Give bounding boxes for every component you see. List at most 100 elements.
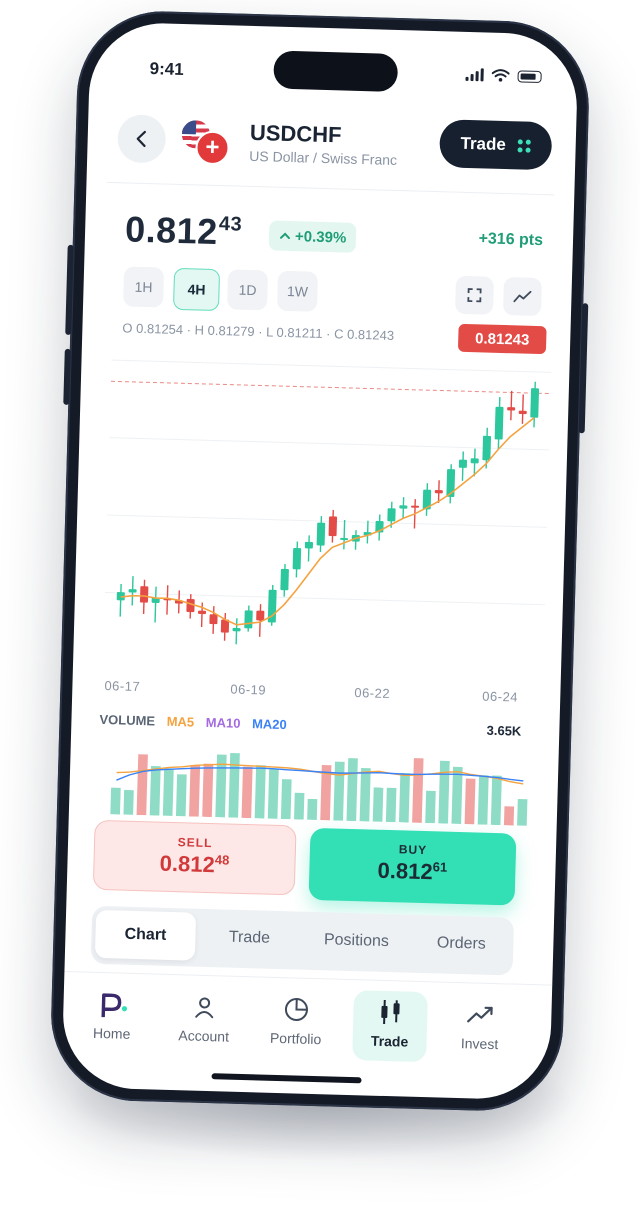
nav-home[interactable]: Home bbox=[74, 982, 150, 1054]
app-header: + USDCHF US Dollar / Swiss Franc Trade bbox=[117, 108, 553, 184]
timeframe-1h[interactable]: 1H bbox=[123, 266, 165, 308]
current-price: 0.81243 bbox=[125, 208, 243, 253]
candle-body bbox=[316, 522, 326, 546]
volume-bar bbox=[175, 774, 187, 817]
pair-title: USDCHF bbox=[249, 119, 342, 148]
candle-body bbox=[198, 610, 207, 615]
volume-chart bbox=[110, 752, 528, 826]
chevron-left-icon bbox=[136, 130, 147, 148]
price-row: 0.81243 +0.39% +316 pts bbox=[124, 208, 543, 270]
tab-positions[interactable]: Positions bbox=[301, 916, 412, 967]
volume-bar bbox=[438, 760, 450, 824]
timeframe-1d[interactable]: 1D bbox=[226, 269, 269, 311]
volume-bar bbox=[425, 790, 436, 824]
candlestick-chart[interactable] bbox=[103, 350, 552, 692]
candle-body bbox=[470, 458, 479, 464]
last-price-line bbox=[110, 380, 551, 395]
points-change: +316 pts bbox=[478, 230, 544, 250]
volume-bar bbox=[136, 754, 148, 816]
candle-body bbox=[340, 537, 349, 541]
status-icons bbox=[465, 68, 542, 83]
fullscreen-button[interactable] bbox=[454, 275, 495, 315]
candle-body bbox=[232, 627, 241, 632]
candle-wick bbox=[200, 602, 203, 628]
candle-body bbox=[304, 541, 314, 549]
wifi-icon bbox=[491, 69, 510, 82]
nav-trade[interactable]: Trade bbox=[352, 990, 429, 1063]
pair-subtitle: US Dollar / Swiss Franc bbox=[249, 147, 398, 168]
candle-body bbox=[328, 516, 338, 537]
volume-label: VOLUME bbox=[99, 711, 156, 729]
candle-body bbox=[494, 406, 504, 440]
volume-bar bbox=[280, 779, 292, 820]
sell-price: 0.81248 bbox=[159, 850, 230, 878]
power-button bbox=[578, 303, 589, 434]
battery-icon bbox=[517, 69, 542, 83]
candlestick-icon bbox=[377, 997, 404, 1028]
candle-wick bbox=[510, 390, 513, 421]
fullscreen-icon bbox=[467, 288, 482, 303]
nav-invest[interactable]: Invest bbox=[442, 993, 518, 1065]
volume-bar bbox=[149, 765, 161, 816]
volume-bar bbox=[359, 768, 371, 822]
candle-body bbox=[482, 435, 492, 461]
timeframe-1w[interactable]: 1W bbox=[276, 270, 319, 312]
cellular-signal-icon bbox=[465, 68, 484, 82]
bottom-navigation: Home Account Portfolio Trade Invest bbox=[61, 971, 553, 1076]
chart-type-button[interactable] bbox=[502, 277, 542, 317]
nav-trade-label: Trade bbox=[370, 1032, 409, 1050]
status-time: 9:41 bbox=[149, 59, 184, 79]
tab-trade[interactable]: Trade bbox=[199, 913, 300, 964]
candle-body bbox=[507, 407, 516, 411]
timeframe-4h[interactable]: 4H bbox=[172, 267, 221, 312]
brand-logo-icon bbox=[97, 989, 128, 1020]
grid-dots-icon bbox=[517, 138, 532, 153]
nav-account[interactable]: Account bbox=[166, 985, 242, 1057]
app-screen: 9:41 + USDCHF US Dollar / Swiss Franc Tr… bbox=[61, 21, 579, 1101]
volume-bar bbox=[162, 768, 174, 816]
buy-price: 0.81261 bbox=[377, 857, 448, 885]
nav-portfolio[interactable]: Portfolio bbox=[258, 987, 334, 1059]
volume-bar bbox=[517, 799, 528, 826]
change-badge: +0.39% bbox=[268, 220, 357, 253]
volume-bar bbox=[333, 761, 345, 821]
volume-bar bbox=[228, 752, 240, 818]
buy-button[interactable]: BUY 0.81261 bbox=[308, 827, 517, 906]
candle-wick bbox=[343, 520, 346, 550]
candle-body bbox=[411, 505, 420, 508]
candle-body bbox=[209, 614, 218, 625]
candle-wick bbox=[154, 586, 157, 623]
price-main: 0.812 bbox=[124, 208, 219, 253]
home-indicator bbox=[211, 1073, 362, 1084]
nav-account-label: Account bbox=[178, 1027, 230, 1045]
trade-button[interactable]: Trade bbox=[439, 119, 553, 171]
candle-body bbox=[256, 610, 265, 621]
timeframe-row: 1H 4H 1D 1W bbox=[123, 266, 542, 322]
price-pip-digits: 43 bbox=[218, 213, 243, 236]
last-price-badge: 0.81243 bbox=[457, 323, 547, 355]
tab-orders[interactable]: Orders bbox=[413, 919, 510, 970]
candle-body bbox=[244, 610, 253, 629]
back-button[interactable] bbox=[117, 114, 167, 164]
ma20-label: MA20 bbox=[251, 716, 287, 733]
candle-body bbox=[434, 489, 443, 494]
trade-button-label: Trade bbox=[460, 133, 507, 155]
candle-body bbox=[458, 459, 468, 468]
candle-body bbox=[128, 589, 137, 593]
volume-bar bbox=[189, 765, 201, 817]
candle-body bbox=[399, 505, 408, 509]
ohlc-readout: O 0.81254 · H 0.81279 · L 0.81211 · C 0.… bbox=[122, 320, 395, 343]
pie-chart-icon bbox=[283, 994, 310, 1025]
nav-portfolio-label: Portfolio bbox=[269, 1029, 322, 1048]
sell-button[interactable]: SELL 0.81248 bbox=[92, 819, 297, 896]
tab-chart[interactable]: Chart bbox=[94, 909, 197, 961]
volume-up-button bbox=[65, 244, 74, 335]
x-tick-label: 06-24 bbox=[482, 688, 519, 705]
volume-bar bbox=[398, 772, 410, 823]
volume-bar bbox=[123, 789, 134, 815]
nav-invest-label: Invest bbox=[460, 1035, 499, 1053]
swiss-flag-icon: + bbox=[195, 130, 230, 166]
volume-bar bbox=[202, 763, 214, 818]
volume-bar bbox=[307, 798, 318, 821]
volume-bar bbox=[451, 766, 463, 825]
